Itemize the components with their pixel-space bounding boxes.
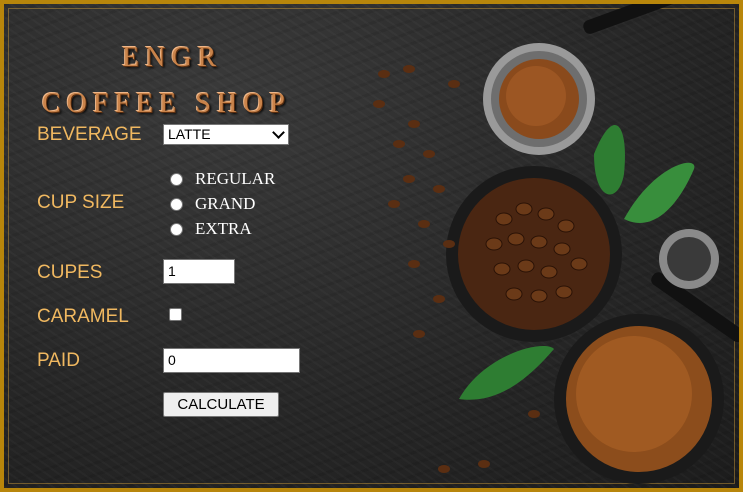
beverage-label: BEVERAGE bbox=[37, 124, 142, 145]
paid-input[interactable]: 0 bbox=[163, 348, 300, 373]
paid-label: PAID bbox=[37, 350, 80, 371]
cup-size-option-extra[interactable]: EXTRA bbox=[170, 219, 252, 239]
coffee-background-image bbox=[373, 4, 739, 484]
app-window: ENGR COFFEE SHOP BEVERAGE LATTE CUP SIZE… bbox=[0, 0, 743, 492]
beverage-select-value: LATTE bbox=[168, 126, 211, 142]
radio-button[interactable] bbox=[170, 172, 183, 186]
radio-button[interactable] bbox=[170, 222, 183, 236]
chevron-down-icon bbox=[272, 126, 285, 139]
app-title-line2: COFFEE SHOP bbox=[42, 88, 291, 119]
cups-label: CUPES bbox=[37, 262, 103, 283]
radio-button[interactable] bbox=[170, 197, 183, 211]
cup-size-option-label: EXTRA bbox=[195, 219, 252, 238]
calculate-button[interactable]: CALCULATE bbox=[163, 392, 279, 417]
cups-input[interactable]: 1 bbox=[163, 259, 235, 284]
beverage-select[interactable]: LATTE bbox=[163, 124, 289, 145]
app-title-line1: ENGR bbox=[122, 42, 223, 73]
cup-size-option-label: GRAND bbox=[195, 194, 256, 213]
cup-size-option-regular[interactable]: REGULAR bbox=[170, 169, 275, 189]
cup-size-option-grand[interactable]: GRAND bbox=[170, 194, 255, 214]
caramel-checkbox[interactable] bbox=[169, 308, 182, 321]
cup-size-label: CUP SIZE bbox=[37, 192, 125, 213]
caramel-label: CARAMEL bbox=[37, 306, 129, 327]
cup-size-option-label: REGULAR bbox=[195, 169, 276, 188]
